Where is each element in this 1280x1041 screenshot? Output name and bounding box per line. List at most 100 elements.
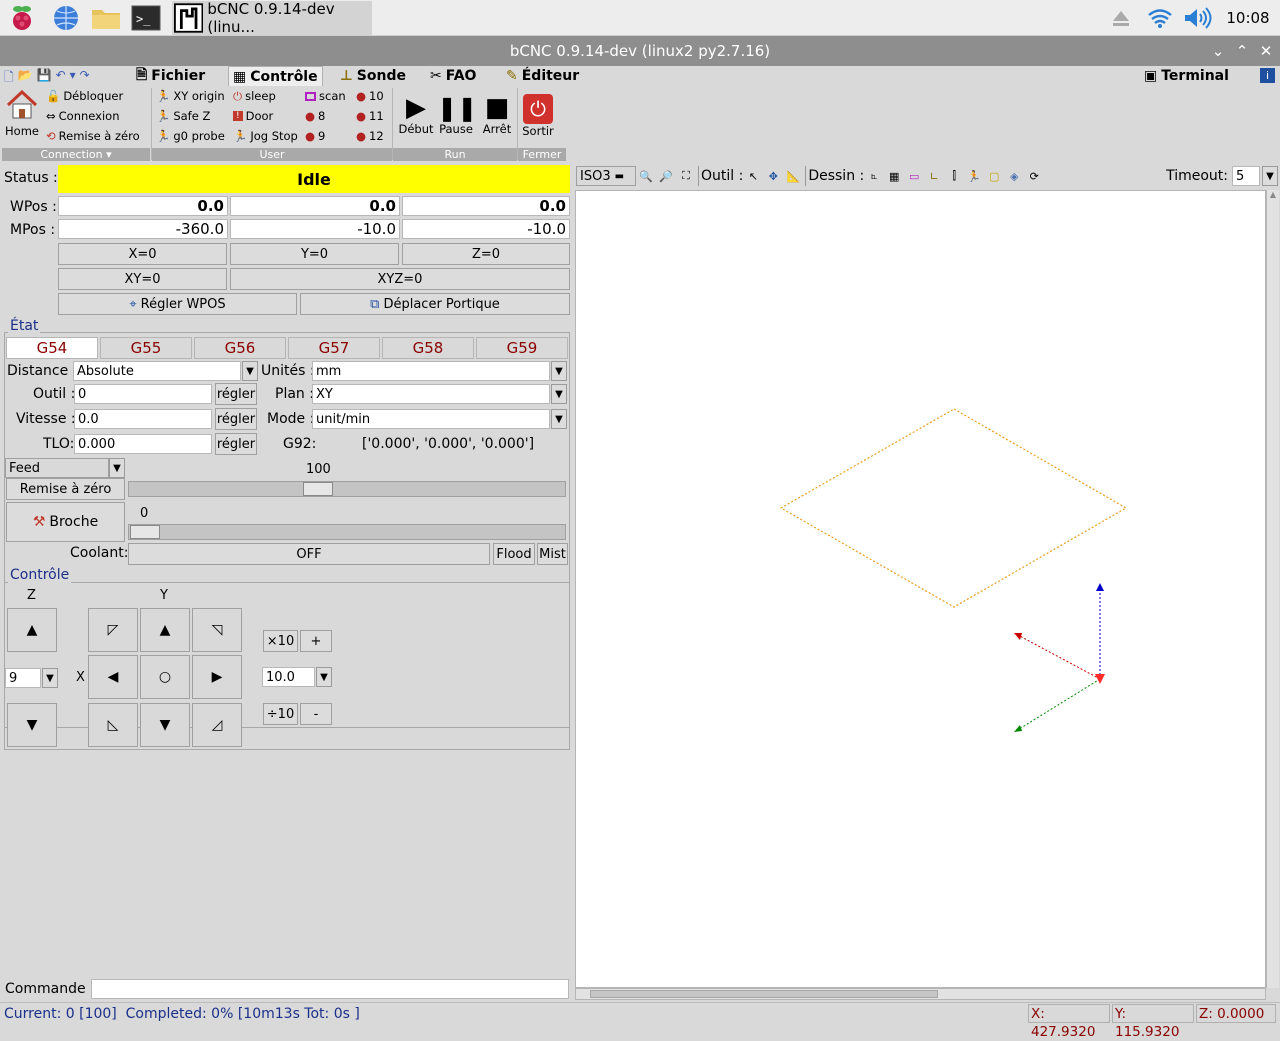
distance-dropdown-icon[interactable]: ▼ [242,361,258,381]
user-button-8[interactable]: ● 8 [305,106,325,126]
g0-probe-button[interactable]: 🏃 g0 probe [156,126,225,146]
set-feed-button[interactable]: régler [215,408,257,430]
jog-x-minus-y-minus-button[interactable]: ◺ [88,703,138,747]
jog-x-left-button[interactable]: ◀ [88,655,138,699]
camera-icon[interactable]: ◈ [1005,167,1023,185]
step-dropdown-icon[interactable]: ▼ [316,667,332,687]
paths-icon[interactable]: ▢ [985,167,1003,185]
grid-icon[interactable]: ▦ [885,167,903,185]
tab-editeur[interactable]: ✎ Éditeur [506,66,579,86]
rapid-icon[interactable]: 🏃 [965,167,983,185]
zoom-fit-icon[interactable]: ⛶ [677,167,695,185]
door-button[interactable]: ! Door [233,106,273,126]
taskbar-window-bcnc[interactable]: bCNC 0.9.14-dev (linu... [172,0,372,36]
zoom-in-icon[interactable]: 🔍 [637,167,655,185]
plane-dropdown-icon[interactable]: ▼ [551,384,567,404]
unlock-button[interactable]: 🔓 Débloquer [46,86,123,106]
browser-icon[interactable] [48,1,84,35]
tab-g54[interactable]: G54 [6,337,98,359]
timeout-dropdown-icon[interactable]: ▼ [1262,166,1278,186]
flood-button[interactable]: Flood [493,543,535,565]
stop-button[interactable]: ■ Arrêt [478,94,516,136]
scan-button[interactable]: scan [305,86,346,106]
jog-x-plus-y-plus-button[interactable]: ◹ [192,608,242,652]
gcode-canvas[interactable] [575,190,1266,988]
maximize-icon[interactable]: ⌃ [1234,36,1250,66]
tab-terminal[interactable]: ▣ Terminal [1144,66,1229,86]
spindle-slider[interactable] [128,524,566,540]
zoom-out-icon[interactable]: 🔎 [657,167,675,185]
zero-xy-button[interactable]: XY=0 [58,268,227,290]
jog-center-button[interactable]: ○ [140,655,190,699]
jog-y-down-button[interactable]: ▼ [140,703,190,747]
distance-select[interactable]: Absolute [73,361,241,381]
tab-g58[interactable]: G58 [382,337,474,359]
canvas-horizontal-scrollbar[interactable] [575,988,1266,1000]
eject-icon[interactable] [1110,1,1132,35]
zero-x-button[interactable]: X=0 [58,243,227,265]
select-arrow-icon[interactable]: ↖ [744,167,762,185]
canvas-vertical-scrollbar[interactable]: ▲ [1266,190,1279,988]
jog-y-up-button[interactable]: ▲ [140,608,190,652]
refresh-icon[interactable]: ⟳ [1025,167,1043,185]
tab-g59[interactable]: G59 [476,337,568,359]
tab-g56[interactable]: G56 [194,337,286,359]
plane-select[interactable]: XY [312,384,550,404]
close-icon[interactable]: ✕ [1258,36,1274,66]
tab-controle[interactable]: ▦ Contrôle [228,66,323,86]
safe-z-button[interactable]: 🏃 Safe Z [156,106,210,126]
timeout-input[interactable]: 5 [1232,166,1260,186]
workarea-icon[interactable]: ∟ [925,167,943,185]
home-button[interactable]: Home [2,89,42,138]
volume-icon[interactable] [1182,1,1214,35]
move-gantry-button[interactable]: ⧉ Déplacer Portique [300,293,570,315]
sleep-button[interactable]: ⏻ sleep [233,86,276,106]
view-select[interactable]: ISO3 ▬ [576,166,636,186]
pause-button[interactable]: ❚❚ Pause [437,94,477,136]
file-manager-icon[interactable] [88,1,124,35]
wifi-icon[interactable] [1146,1,1174,35]
step-input[interactable]: 10.0 [262,667,315,687]
exit-button[interactable]: ⏻ Sortir [520,94,556,138]
jog-x-minus-y-plus-button[interactable]: ◸ [88,608,138,652]
zero-y-button[interactable]: Y=0 [230,243,399,265]
mist-button[interactable]: Mist [537,543,568,565]
user-button-12[interactable]: ● 12 [356,126,384,146]
units-dropdown-icon[interactable]: ▼ [551,361,567,381]
step-plus-button[interactable]: + [300,630,332,652]
ruler-icon[interactable]: 📐 [784,167,802,185]
user-button-11[interactable]: ● 11 [356,106,384,126]
scroll-up-icon[interactable]: ▲ [1267,190,1279,199]
zero-xyz-button[interactable]: XYZ=0 [230,268,570,290]
mode-select[interactable]: unit/min [312,409,550,429]
tlo-input[interactable]: 0.000 [74,434,212,454]
set-tlo-button[interactable]: régler [215,433,257,455]
zero-z-button[interactable]: Z=0 [402,243,570,265]
spindle-button[interactable]: ⚒ Broche [6,502,125,542]
override-slider-handle[interactable] [303,482,333,496]
raspberry-menu-icon[interactable] [4,1,40,35]
minimize-icon[interactable]: ⌄ [1210,36,1226,66]
mode-dropdown-icon[interactable]: ▼ [551,409,567,429]
user-button-9[interactable]: ● 9 [305,126,325,146]
xy-origin-button[interactable]: 🏃 XY origin [156,86,225,106]
reset-button[interactable]: ⟲ Remise à zéro [46,126,140,146]
terminal-app-icon[interactable]: >_ [128,1,164,35]
pan-icon[interactable]: ✥ [764,167,782,185]
step-minus-button[interactable]: - [300,703,332,725]
tab-g55[interactable]: G55 [100,337,192,359]
tool-input[interactable]: 0 [74,384,212,404]
feed-input[interactable]: 0.0 [74,409,212,429]
probe-draw-icon[interactable]: ⫿ [945,167,963,185]
override-slider[interactable] [128,481,566,497]
start-button[interactable]: ▶ Début [396,94,436,136]
connect-button[interactable]: ⇔ Connexion [46,106,119,126]
set-tool-button[interactable]: régler [215,383,257,405]
step-div10-button[interactable]: ÷10 [263,703,298,725]
tab-fichier[interactable]: 🗎 Fichier [136,66,205,86]
jog-stop-button[interactable]: 🏃 Jog Stop [233,126,298,146]
override-reset-button[interactable]: Remise à zéro [6,478,125,500]
jog-x-right-button[interactable]: ▶ [192,655,242,699]
override-select[interactable]: Feed [5,458,109,478]
step-times10-button[interactable]: ×10 [263,630,298,652]
